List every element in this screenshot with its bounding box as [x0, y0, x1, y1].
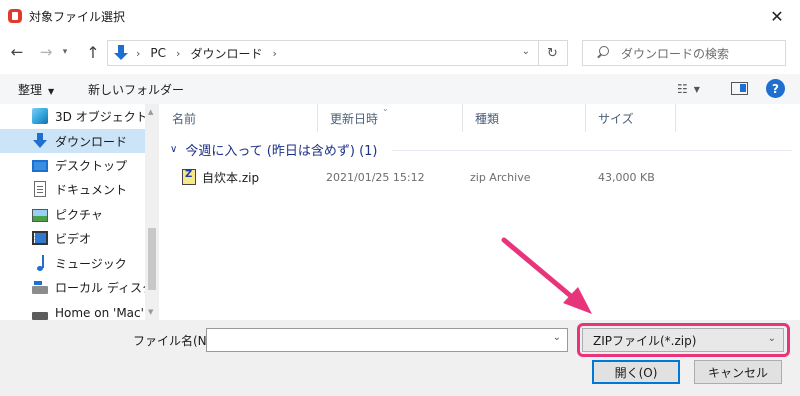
- navigation-scrollbar[interactable]: ▲ ▼: [145, 104, 159, 320]
- column-header-size[interactable]: サイズ: [586, 104, 676, 132]
- search-box[interactable]: ダウンロードの検索: [582, 40, 786, 66]
- chevron-down-icon: ▼: [693, 84, 700, 94]
- local-disk-icon: [32, 281, 48, 294]
- filetype-value: ZIPファイル(*.zip): [593, 333, 697, 348]
- open-button[interactable]: 開く(O): [592, 360, 680, 384]
- search-placeholder: ダウンロードの検索: [621, 46, 730, 61]
- preview-pane-icon[interactable]: [731, 82, 748, 95]
- help-icon[interactable]: ?: [766, 79, 785, 98]
- column-header-type[interactable]: 種類: [463, 104, 586, 132]
- navigation-bar: ← → ▾ ↑ › PC › ダウンロード › ⌄ ↻ ダウンロードの検索: [0, 32, 800, 72]
- filename-input[interactable]: ⌄: [206, 328, 568, 352]
- cancel-button[interactable]: キャンセル: [694, 360, 782, 384]
- filetype-select[interactable]: ZIPファイル(*.zip) ⌄: [582, 328, 784, 352]
- app-icon: [8, 9, 22, 23]
- organize-button[interactable]: 整理 ▼: [18, 81, 54, 98]
- refresh-icon[interactable]: ↻: [538, 40, 568, 66]
- sidebar-item-network-home[interactable]: Home on 'Mac' (: [0, 301, 145, 320]
- title-bar: 対象ファイル選択 ✕: [0, 0, 800, 32]
- file-name: 自炊本.zip: [202, 170, 260, 185]
- sidebar-item-music[interactable]: ミュージック: [0, 251, 145, 275]
- scrollbar-thumb[interactable]: [148, 228, 156, 290]
- sidebar-item-local-disk[interactable]: ローカル ディスク (C: [0, 275, 145, 299]
- chevron-down-icon: ▼: [48, 87, 55, 96]
- navigation-pane: 3D オブジェクト ダウンロード デスクトップ ドキュメント ピクチャ ビデオ …: [0, 104, 160, 320]
- group-header-label: 今週に入って (昨日は含めず) (1): [185, 144, 378, 159]
- file-type: zip Archive: [470, 170, 531, 184]
- sidebar-item-documents[interactable]: ドキュメント: [0, 177, 145, 201]
- scroll-up-icon[interactable]: ▲: [148, 108, 153, 116]
- window-title: 対象ファイル選択: [29, 10, 126, 24]
- sidebar-item-pictures[interactable]: ピクチャ: [0, 202, 145, 226]
- document-icon: [34, 181, 46, 197]
- desktop-icon: [32, 160, 48, 172]
- pictures-icon: [32, 208, 48, 222]
- command-toolbar: 整理 ▼ 新しいフォルダー ☷ ▼ ?: [0, 74, 800, 104]
- sidebar-item-label: ビデオ: [55, 231, 92, 246]
- sidebar-item-label: ダウンロード: [55, 134, 128, 149]
- cube-3d-icon: [32, 108, 48, 124]
- sidebar-item-label: デスクトップ: [55, 158, 128, 173]
- search-icon: [595, 45, 611, 61]
- file-modified: 2021/01/25 15:12: [326, 170, 425, 184]
- breadcrumb-separator-icon[interactable]: ›: [136, 47, 140, 60]
- chevron-down-icon: ⌄: [767, 333, 776, 344]
- music-note-icon: [32, 255, 48, 271]
- address-dropdown-icon[interactable]: ⌄: [522, 46, 530, 57]
- organize-label: 整理: [18, 83, 43, 97]
- group-divider: [392, 150, 792, 151]
- video-icon: [32, 231, 48, 245]
- sidebar-item-label: ローカル ディスク (C: [55, 280, 145, 295]
- column-header-name[interactable]: 名前: [160, 104, 318, 132]
- recent-locations-chevron-icon[interactable]: ▾: [58, 40, 72, 64]
- chevron-down-icon: ∨: [170, 144, 178, 155]
- filename-label: ファイル名(N):: [133, 334, 216, 348]
- group-header[interactable]: ∨ 今週に入って (昨日は含めず) (1): [170, 140, 378, 159]
- scroll-down-icon[interactable]: ▼: [148, 308, 153, 316]
- file-size: 43,000 KB: [598, 170, 655, 184]
- sidebar-item-desktop[interactable]: デスクトップ: [0, 153, 145, 177]
- breadcrumb-downloads[interactable]: ダウンロード: [190, 45, 262, 62]
- sidebar-item-label: ミュージック: [55, 256, 127, 271]
- sidebar-item-label: ドキュメント: [55, 182, 128, 197]
- file-row[interactable]: 自炊本.zip 2021/01/25 15:12 zip Archive 43,…: [180, 166, 780, 188]
- download-folder-icon: [114, 45, 128, 61]
- sidebar-item-videos[interactable]: ビデオ: [0, 226, 145, 250]
- file-list: ⌄ 名前 更新日時 種類 サイズ ∨ 今週に入って (昨日は含めず) (1) 自…: [160, 104, 800, 320]
- chevron-down-icon[interactable]: ⌄: [553, 332, 561, 343]
- breadcrumb-separator-icon[interactable]: ›: [272, 47, 276, 60]
- network-drive-icon: [32, 312, 48, 320]
- download-arrow-icon: [32, 133, 48, 149]
- list-view-icon: ☷: [677, 82, 688, 96]
- up-arrow-icon[interactable]: ↑: [82, 40, 104, 64]
- sidebar-item-label: 3D オブジェクト: [55, 109, 145, 124]
- close-button[interactable]: ✕: [754, 0, 800, 32]
- forward-arrow-icon[interactable]: →: [35, 40, 57, 64]
- new-folder-button[interactable]: 新しいフォルダー: [88, 81, 184, 98]
- column-header-modified[interactable]: 更新日時: [318, 104, 463, 132]
- sidebar-item-label: Home on 'Mac' (: [55, 306, 145, 320]
- breadcrumb-separator-icon[interactable]: ›: [176, 47, 180, 60]
- address-bar[interactable]: › PC › ダウンロード › ⌄: [107, 40, 539, 66]
- breadcrumb-pc[interactable]: PC: [150, 46, 166, 60]
- zip-file-icon: [182, 169, 196, 185]
- view-options-button[interactable]: ☷ ▼: [677, 80, 711, 98]
- sidebar-item-3d-objects[interactable]: 3D オブジェクト: [0, 104, 145, 128]
- sidebar-item-downloads[interactable]: ダウンロード: [0, 129, 145, 153]
- dialog-footer: ファイル名(N): ⌄ ZIPファイル(*.zip) ⌄ 開く(O) キャンセル: [0, 320, 800, 396]
- back-arrow-icon[interactable]: ←: [6, 40, 28, 64]
- sidebar-item-label: ピクチャ: [55, 207, 103, 222]
